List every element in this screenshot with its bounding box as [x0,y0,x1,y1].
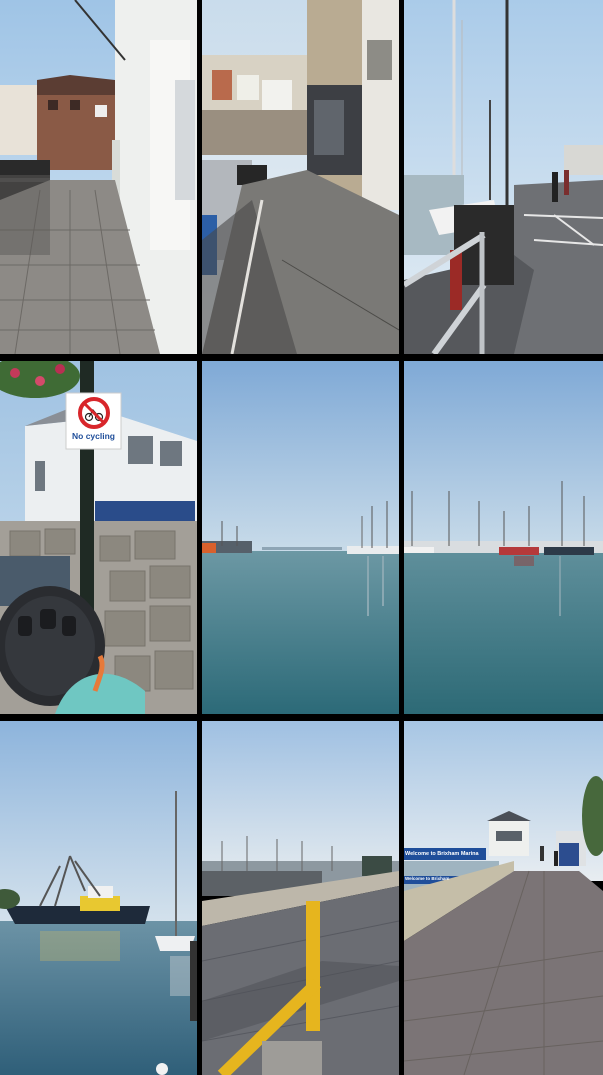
photo-fishing-trawler [0,721,197,1075]
photo-no-cycling-sign: No cycling [0,361,197,714]
photo-harbour-street [202,0,399,354]
photo-marina-boats [404,361,603,714]
no-cycling-sign-label: No cycling [72,431,115,441]
photo-calm-harbour-wide [202,361,399,714]
photo-promenade-yellow-rail [202,721,399,1075]
photo-collage: No cycling Welcome to Brixham Marina Wel… [0,0,603,1075]
marina-welcome-sign: Welcome to Brixham Marina [405,851,479,857]
photo-street-walkway [0,0,197,354]
marina-secondary-sign: Welcome to Brixham [405,876,450,881]
photo-marina-railing [404,0,603,354]
photo-marina-walkway: Welcome to Brixham Marina Welcome to Bri… [404,721,603,1075]
